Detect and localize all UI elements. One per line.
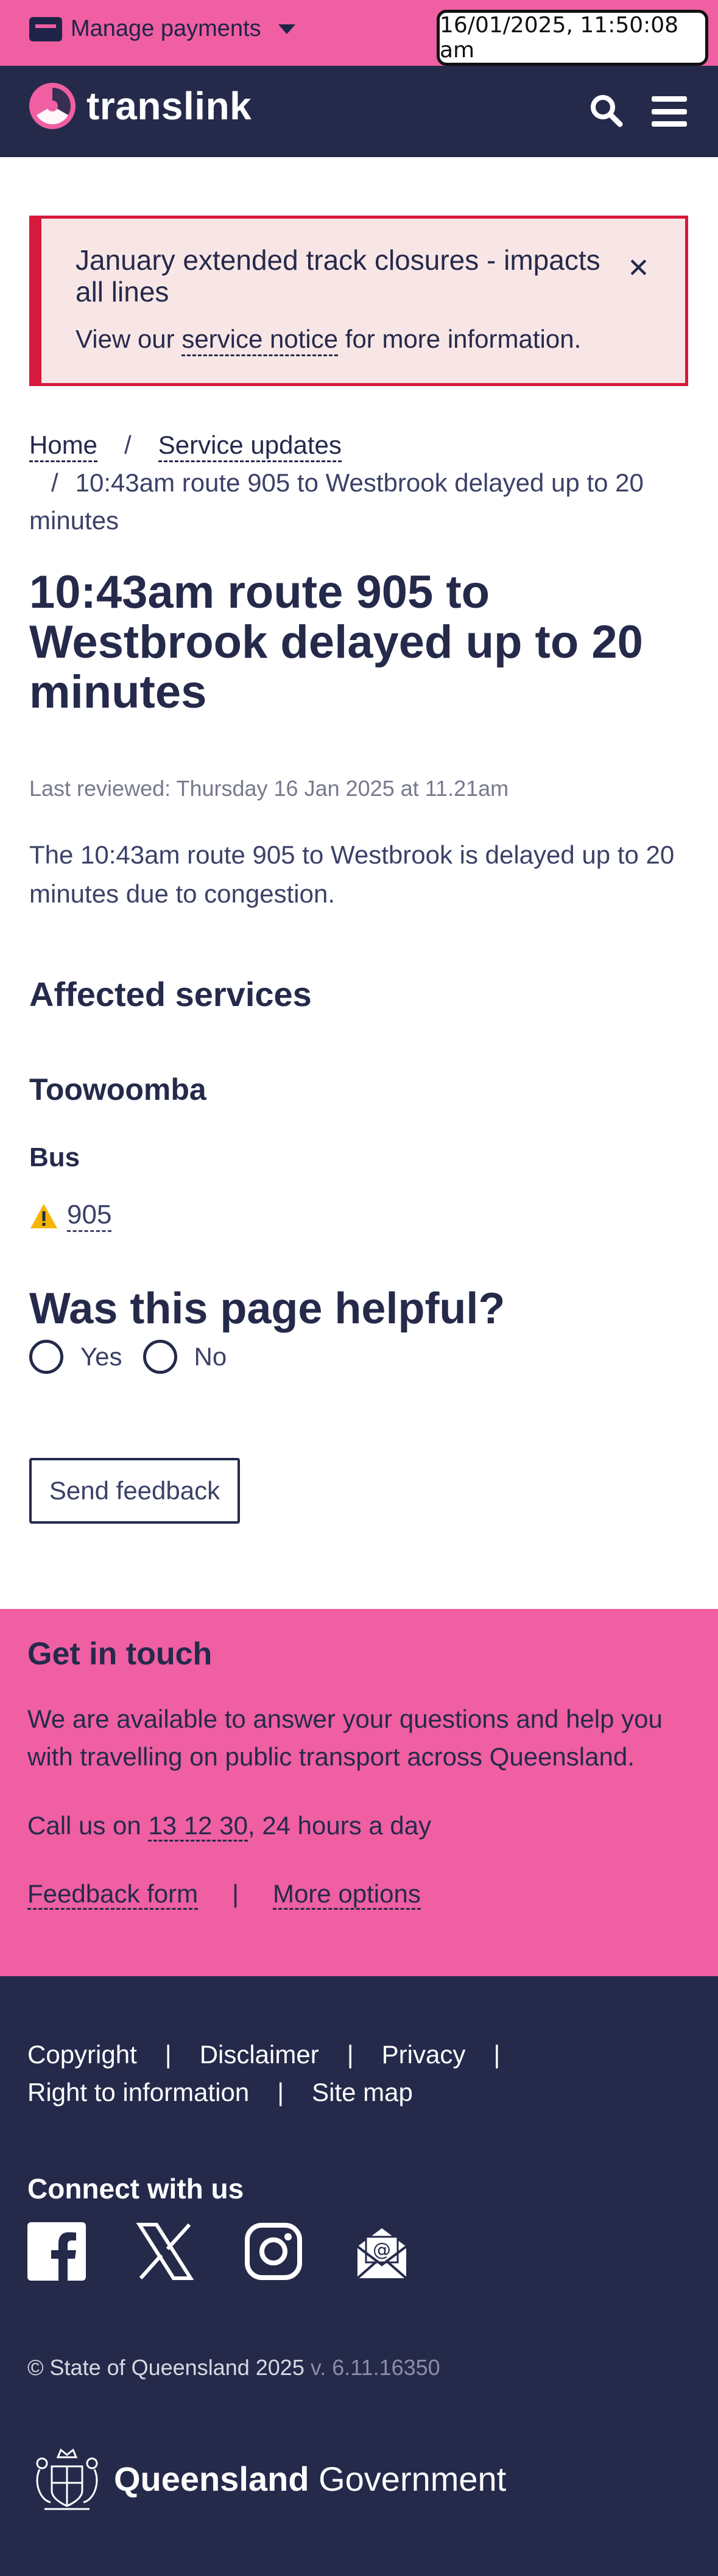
queensland-government-logo[interactable]: Queensland Government xyxy=(27,2439,506,2518)
feedback-form-link[interactable]: Feedback form xyxy=(27,1879,199,1910)
manage-payments-menu[interactable]: Manage payments xyxy=(29,16,295,42)
timestamp-overlay: 16/01/2025, 11:50:08 am xyxy=(437,10,708,66)
facebook-icon[interactable] xyxy=(27,2222,86,2281)
phone-link[interactable]: 13 12 30 xyxy=(148,1811,248,1842)
contact-links: Feedback form | More options xyxy=(27,1879,421,1910)
breadcrumb-home[interactable]: Home xyxy=(29,431,98,462)
route-905-link[interactable]: 905 xyxy=(67,1200,112,1232)
qld-coat-of-arms-icon xyxy=(36,2448,98,2510)
yes-radio[interactable] xyxy=(29,1340,63,1374)
footer-link-copyright[interactable]: Copyright xyxy=(27,2040,137,2069)
region-heading: Toowoomba xyxy=(29,1072,206,1107)
manage-payments-label: Manage payments xyxy=(71,16,261,41)
no-radio[interactable] xyxy=(143,1340,177,1374)
qld-bold: Queensland xyxy=(114,2459,309,2498)
caret-down-icon xyxy=(278,24,295,34)
yes-label: Yes xyxy=(80,1342,122,1371)
footer-separator: | xyxy=(347,2040,354,2069)
translink-logo[interactable]: translink xyxy=(29,83,252,129)
email-icon[interactable]: @ xyxy=(353,2222,411,2281)
breadcrumb-separator: / xyxy=(51,468,58,497)
alert-banner: January extended track closures - impact… xyxy=(29,216,688,386)
description: The 10:43am route 905 to Westbrook is de… xyxy=(29,840,675,908)
footer-link-right-to-information[interactable]: Right to information xyxy=(27,2078,249,2106)
footer-link-site-map[interactable]: Site map xyxy=(312,2078,413,2106)
copyright-text: © State of Queensland 2025 v. 6.11.16350 xyxy=(27,2355,440,2381)
footer-links: Copyright | Disclaimer | Privacy | Right to i… xyxy=(27,2036,697,2111)
footer-separator: | xyxy=(164,2040,172,2069)
page-title: 10:43am route 905 to Westbrook delayed u… xyxy=(29,566,643,718)
search-icon[interactable] xyxy=(588,93,625,129)
x-icon[interactable] xyxy=(136,2222,194,2281)
footer-link-disclaimer[interactable]: Disclaimer xyxy=(200,2040,319,2069)
footer-link-privacy[interactable]: Privacy xyxy=(382,2040,466,2069)
social-links: @ xyxy=(27,2222,411,2281)
mode-heading: Bus xyxy=(29,1142,80,1172)
alert-body: View our service notice for more informa… xyxy=(76,325,582,356)
affected-services-heading: Affected services xyxy=(29,975,312,1013)
footer-separator: | xyxy=(277,2078,284,2106)
call-suffix: , 24 hours a day xyxy=(247,1811,432,1840)
helpful-question: Was this page helpful? xyxy=(29,1284,505,1333)
warning-icon xyxy=(30,1203,57,1228)
last-reviewed: Last reviewed: Thursday 16 Jan 2025 at 1… xyxy=(29,776,509,801)
brand-name: translink xyxy=(86,84,252,128)
more-options-link[interactable]: More options xyxy=(273,1879,421,1910)
footer: Copyright | Disclaimer | Privacy | Right to i… xyxy=(0,1976,718,2576)
breadcrumb-service-updates[interactable]: Service updates xyxy=(158,431,342,462)
alert-body-prefix: View our xyxy=(76,325,182,353)
no-label: No xyxy=(194,1342,227,1371)
get-in-touch-section: Get in touch We are available to answer … xyxy=(0,1609,718,1976)
qld-rest: Government xyxy=(309,2459,507,2498)
top-bar: Manage payments 16/01/2025, 11:50:08 am xyxy=(0,0,718,66)
connect-heading: Connect with us xyxy=(27,2173,244,2205)
version-number: v. 6.11.16350 xyxy=(304,2355,440,2380)
helpful-radio-group: Yes No xyxy=(29,1340,247,1374)
instagram-icon[interactable] xyxy=(244,2222,303,2281)
get-in-touch-title: Get in touch xyxy=(27,1636,213,1672)
close-icon[interactable]: ✕ xyxy=(627,253,650,284)
alert-body-suffix: for more information. xyxy=(338,325,582,353)
card-icon xyxy=(29,16,62,41)
breadcrumb-current: 10:43am route 905 to Westbrook delayed u… xyxy=(29,468,644,535)
main-navbar: translink xyxy=(0,66,718,157)
menu-icon[interactable] xyxy=(652,96,687,127)
call-prefix: Call us on xyxy=(27,1811,149,1840)
send-feedback-button[interactable]: Send feedback xyxy=(29,1458,240,1524)
svg-text:@: @ xyxy=(373,2239,391,2261)
call-us-text: Call us on 13 12 30, 24 hours a day xyxy=(27,1811,432,1842)
breadcrumb-separator: / xyxy=(124,431,132,459)
alert-title: January extended track closures - impact… xyxy=(76,244,600,308)
link-separator: | xyxy=(232,1879,239,1908)
breadcrumb: Home / Service updates /10:43am route 905 … xyxy=(29,426,688,540)
translink-logo-icon xyxy=(29,83,76,129)
copyright-notice: © State of Queensland 2025 xyxy=(27,2355,304,2380)
footer-separator: | xyxy=(493,2040,501,2069)
service-notice-link[interactable]: service notice xyxy=(181,325,339,356)
route-item: 905 xyxy=(29,1200,112,1232)
qld-government-text: Queensland Government xyxy=(114,2459,506,2499)
get-in-touch-text: We are available to answer your question… xyxy=(27,1705,663,1771)
